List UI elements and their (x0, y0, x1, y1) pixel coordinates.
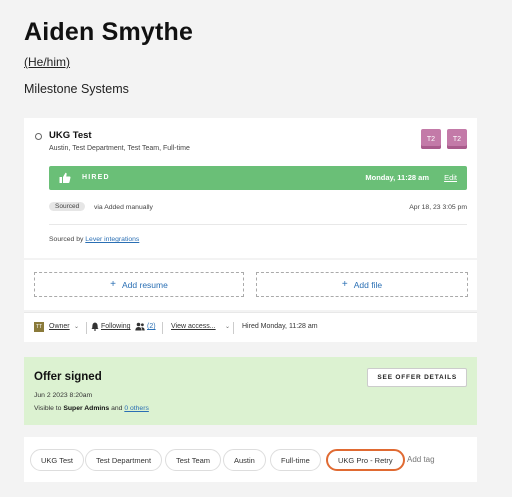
see-offer-details-button[interactable]: SEE OFFER DETAILS (367, 368, 467, 387)
offer-visibility: Visible to Super Admins and 0 others (34, 405, 149, 412)
source-via: via Added manually (94, 204, 153, 211)
users-icon (135, 322, 145, 331)
tag-chip[interactable]: Full-time (270, 449, 321, 471)
plus-icon: + (110, 279, 116, 290)
offer-card: Offer signed Jun 2 2023 8:20am Visible t… (24, 357, 477, 425)
thumbs-up-icon (59, 172, 71, 183)
visibility-others-link[interactable]: 0 others (124, 405, 149, 412)
divider (162, 322, 163, 334)
add-tag-input[interactable]: Add tag (407, 455, 435, 464)
candidate-pronouns[interactable]: (He/him) (24, 55, 70, 69)
chevron-down-icon[interactable]: ⌄ (225, 323, 230, 330)
visibility-prefix: Visible to (34, 405, 62, 412)
divider (49, 224, 467, 225)
following-toggle[interactable]: Following (101, 323, 131, 330)
add-resume-label: Add resume (122, 279, 168, 290)
bell-icon (91, 322, 99, 331)
visibility-group: Super Admins (63, 405, 110, 412)
add-resume-button[interactable]: + Add resume (34, 272, 244, 297)
add-file-label: Add file (353, 279, 383, 290)
sourced-by-link[interactable]: Lever integrations (85, 236, 139, 243)
owner-avatar[interactable]: TT (34, 322, 44, 332)
candidate-name: Aiden Smythe (24, 18, 194, 46)
owner-dropdown[interactable]: Owner (49, 323, 70, 330)
offer-date: Jun 2 2023 8:20am (34, 392, 93, 399)
offer-title: Offer signed (34, 371, 102, 383)
upload-section: + Add resume + Add file (24, 260, 477, 310)
candidate-header: Aiden Smythe (He/him) Milestone Systems (0, 0, 512, 112)
view-access-dropdown[interactable]: View access... (171, 323, 216, 330)
divider (233, 322, 234, 334)
add-file-button[interactable]: + Add file (256, 272, 468, 297)
tag-chip-highlighted[interactable]: UKG Pro - Retry (326, 449, 405, 471)
avatar[interactable]: T2 (447, 129, 467, 149)
stage-label: HIRED (82, 174, 110, 181)
tag-chip[interactable]: Test Department (85, 449, 163, 471)
posting-meta: Austin, Test Department, Test Team, Full… (49, 145, 190, 152)
plus-icon: + (341, 279, 348, 290)
avatar[interactable]: T2 (421, 129, 441, 149)
source-badge: Sourced (49, 202, 86, 211)
divider (86, 322, 87, 334)
visibility-and: and (111, 405, 123, 412)
tag-chip[interactable]: Test Team (165, 449, 222, 471)
hired-status-text: Hired Monday, 11:28 am (242, 323, 318, 330)
stage-bar: HIRED Monday, 11:28 am Edit (49, 166, 467, 190)
sourced-by-label: Sourced by (49, 236, 84, 243)
edit-stage-link[interactable]: Edit (444, 173, 457, 182)
opportunity-card: UKG Test Austin, Test Department, Test T… (24, 118, 477, 258)
candidate-company: Milestone Systems (24, 82, 129, 96)
stage-date: Monday, 11:28 am (365, 173, 429, 182)
tags-row: UKG Test Test Department Test Team Austi… (24, 437, 477, 482)
sourced-by: Sourced by Lever integrations (49, 236, 139, 243)
status-circle-icon (35, 133, 42, 140)
posting-title[interactable]: UKG Test (49, 130, 92, 141)
followers-count[interactable]: (2) (147, 323, 156, 330)
owner-toolbar: TT Owner ⌄ Following (2) View access... … (24, 312, 477, 342)
tag-chip[interactable]: UKG Test (30, 449, 84, 471)
source-date: Apr 18, 23 3:05 pm (409, 204, 467, 211)
chevron-down-icon[interactable]: ⌄ (74, 323, 79, 330)
tag-chip[interactable]: Austin (223, 449, 266, 471)
